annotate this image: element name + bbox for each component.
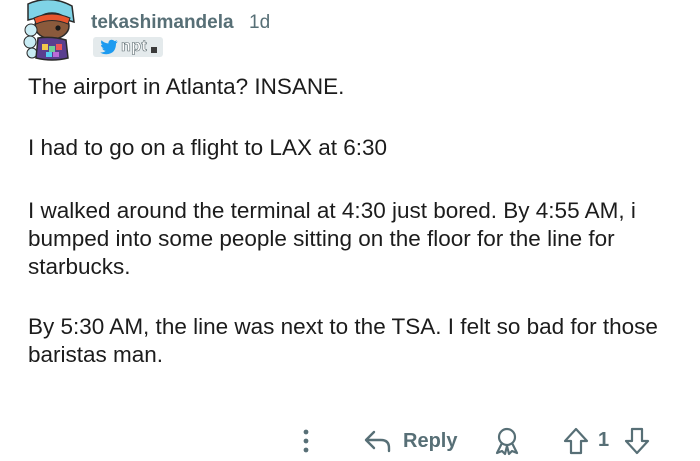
flair-marker [151,47,158,53]
comment-author[interactable]: tekashimandela [91,12,234,34]
vote-count: 1 [598,429,610,451]
comment-paragraph: I walked around the terminal at 4:30 jus… [28,198,636,279]
comment-actions-bar: Reply 1 [0,424,700,458]
user-flair: npt [93,37,164,57]
reply-button[interactable]: Reply [363,424,457,458]
downvote-arrow-icon[interactable] [623,426,651,456]
user-avatar[interactable] [22,0,78,62]
comment-paragraph: By 5:30 AM, the line was next to the TSA… [28,314,658,367]
comment-age: 1d [249,12,271,33]
comment-paragraph: The airport in Atlanta? INSANE. [28,74,345,99]
flair-text: npt [121,38,148,56]
reply-label: Reply [403,429,458,452]
twitter-bird-icon [100,39,118,55]
upvote-arrow-icon[interactable] [562,426,590,456]
comment-paragraph: I had to go on a flight to LAX at 6:30 [28,135,388,160]
reply-arrow-icon [364,430,391,453]
award-icon[interactable] [492,426,522,456]
comment-card: tekashimandela 1d npt The airport in Atl… [0,0,700,461]
more-vertical-icon[interactable] [297,426,315,456]
